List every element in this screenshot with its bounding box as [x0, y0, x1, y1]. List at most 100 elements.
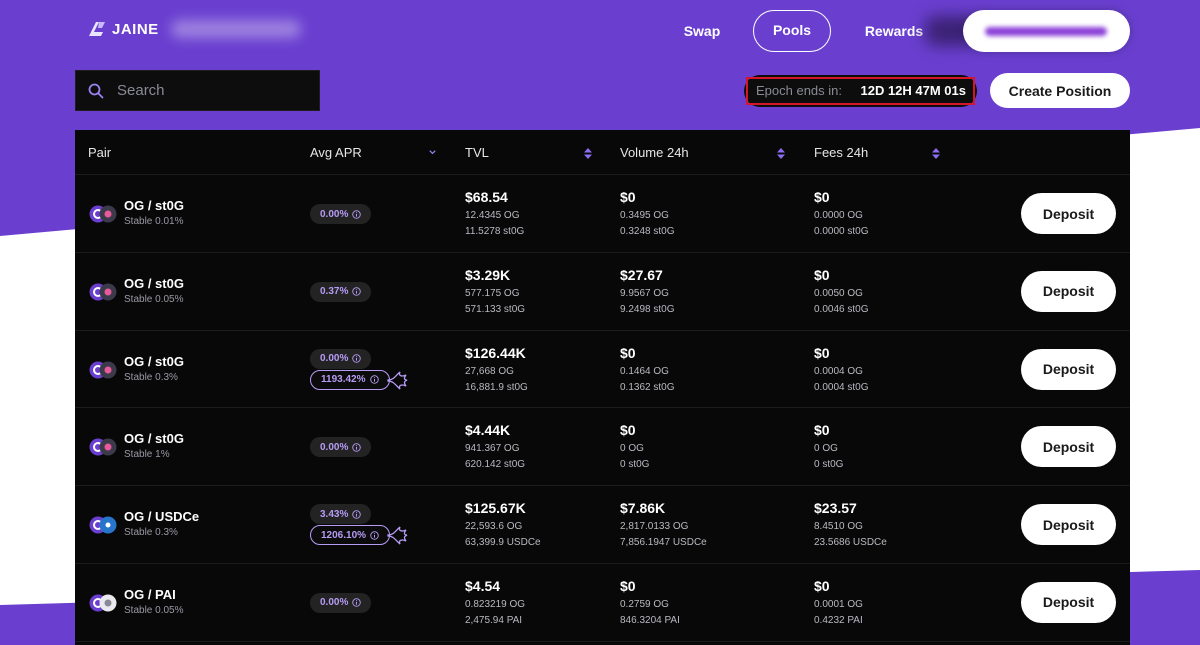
tvl-token-a: 12.4345 OG — [465, 210, 520, 221]
tvl-value: $4.54 — [465, 577, 501, 594]
table-row: OG / st0G Stable 0.3% 0.00% $126.44K 27,… — [75, 331, 1130, 409]
info-icon[interactable] — [352, 443, 362, 452]
deposit-button[interactable]: Deposit — [1021, 426, 1116, 468]
info-icon[interactable] — [369, 375, 379, 384]
tvl-token-a: 22,593.6 OG — [465, 521, 523, 533]
search-input[interactable] — [117, 82, 297, 99]
search-box[interactable] — [75, 70, 320, 111]
blurred-wallet-address — [985, 27, 1107, 36]
info-icon[interactable] — [370, 530, 379, 540]
tvl-token-a: 577.175 OG — [465, 287, 520, 299]
pair-name: OG / st0G — [124, 275, 184, 291]
avg-apr-badge[interactable]: 0.00% — [310, 437, 372, 458]
volume-token-a: 0.1464 OG — [620, 365, 669, 377]
tvl-value: $3.29K — [465, 266, 511, 283]
table-row: OG / USDCe Stable 0.3% 3.43% $125.67K 22… — [75, 486, 1130, 564]
volume-token-b: 7,856.1947 USDCe — [620, 537, 707, 549]
pool-fee-tier: Stable 1% — [124, 449, 170, 461]
token-pair-icon — [89, 438, 117, 456]
fees-value: $0 — [814, 422, 830, 439]
nav-rewards[interactable]: Rewards — [855, 10, 933, 52]
sort-icon[interactable] — [777, 148, 785, 159]
deposit-button[interactable]: Deposit — [1021, 581, 1116, 623]
fees-token-a: 0.0004 OG — [814, 365, 863, 377]
search-icon — [88, 83, 104, 98]
top-bar: JAINE Swap Pools Rewards — [0, 0, 1200, 64]
volume-token-b: 0.3248 st0G — [620, 226, 675, 237]
header-volume[interactable]: Volume 24h — [620, 130, 689, 175]
header-fees[interactable]: Fees 24h — [814, 130, 868, 175]
pair-name: OG / st0G — [124, 353, 184, 369]
avg-apr-badge[interactable]: 0.00% — [310, 592, 372, 613]
boosted-apr-badge[interactable]: 1193.42% — [310, 369, 390, 390]
volume-token-b: 0 st0G — [620, 459, 650, 471]
info-icon[interactable] — [352, 598, 362, 608]
main-nav: Swap Pools Rewards — [0, 10, 1200, 54]
avg-apr-badge[interactable]: 0.37% — [310, 281, 372, 302]
volume-token-a: 9.9567 OG — [620, 287, 669, 299]
pool-fee-tier: Stable 0.01% — [124, 216, 184, 227]
apr-value: 3.43% — [320, 508, 349, 520]
info-icon[interactable] — [352, 354, 362, 363]
deposit-button[interactable]: Deposit — [1021, 193, 1116, 234]
fees-token-b: 23.5686 USDCe — [814, 537, 887, 549]
table-row: OG / st0G Stable 0.05% 0.37% $3.29K 577.… — [75, 253, 1130, 331]
avg-apr-badge[interactable]: 0.00% — [310, 204, 372, 224]
info-icon[interactable] — [352, 509, 362, 519]
wallet-button[interactable] — [963, 10, 1130, 52]
fees-token-b: 0.0000 st0G — [814, 226, 869, 237]
pool-fee-tier: Stable 0.3% — [124, 527, 178, 539]
tvl-token-a: 941.367 OG — [465, 443, 520, 455]
nav-pools[interactable]: Pools — [753, 10, 831, 52]
info-icon[interactable] — [352, 209, 362, 219]
volume-value: $0 — [620, 577, 636, 594]
tvl-value: $68.54 — [465, 189, 508, 205]
deposit-button[interactable]: Deposit — [1021, 504, 1116, 546]
apr-value: 0.00% — [320, 441, 349, 453]
avg-apr-badge[interactable]: 0.00% — [310, 348, 372, 369]
volume-token-a: 0.2759 OG — [620, 598, 669, 610]
volume-value: $7.86K — [620, 500, 666, 517]
pair-name: OG / PAI — [124, 586, 176, 602]
tvl-value: $126.44K — [465, 344, 526, 361]
fees-value: $23.57 — [814, 500, 857, 517]
header-avg-apr[interactable]: Avg APR — [310, 130, 362, 175]
apr-value: 0.37% — [320, 286, 349, 298]
pair-name: OG / st0G — [124, 431, 184, 447]
tvl-token-b: 571.133 st0G — [465, 303, 526, 315]
tvl-value: $4.44K — [465, 422, 511, 439]
boosted-apr-value: 1193.42% — [321, 374, 366, 386]
epoch-countdown: Epoch ends in: 12D 12H 47M 01s — [744, 75, 977, 107]
volume-token-a: 0.3495 OG — [620, 210, 669, 221]
sort-icon[interactable] — [584, 148, 592, 159]
fees-token-a: 8.4510 OG — [814, 521, 863, 533]
token-pair-icon — [89, 283, 117, 301]
sort-icon[interactable] — [932, 148, 940, 159]
avg-apr-badge[interactable]: 3.43% — [310, 504, 372, 525]
deposit-button[interactable]: Deposit — [1021, 270, 1116, 312]
boosted-apr-value: 1206.10% — [321, 529, 367, 541]
boosted-apr-badge[interactable]: 1206.10% — [310, 525, 391, 546]
fees-token-a: 0 OG — [814, 443, 838, 455]
info-icon[interactable] — [352, 287, 362, 297]
token-pair-icon — [89, 594, 117, 612]
fees-value: $0 — [814, 266, 830, 283]
header-tvl[interactable]: TVL — [465, 130, 489, 175]
fees-token-b: 0.0004 st0G — [814, 381, 869, 393]
create-position-button[interactable]: Create Position — [990, 73, 1130, 108]
volume-token-a: 2,817.0133 OG — [620, 521, 689, 533]
header-pair[interactable]: Pair — [88, 130, 111, 175]
volume-value: $0 — [620, 422, 636, 439]
tvl-token-b: 620.142 st0G — [465, 459, 526, 471]
volume-value: $0 — [620, 344, 636, 361]
tvl-token-a: 27,668 OG — [465, 365, 514, 377]
fees-value: $0 — [814, 577, 830, 594]
volume-value: $0 — [620, 189, 636, 205]
nav-swap[interactable]: Swap — [672, 10, 732, 52]
apr-value: 0.00% — [320, 353, 349, 365]
chevron-down-icon[interactable] — [428, 148, 437, 157]
apr-value: 0.00% — [320, 208, 349, 220]
pool-fee-tier: Stable 0.05% — [124, 604, 184, 616]
volume-token-b: 9.2498 st0G — [620, 303, 675, 315]
deposit-button[interactable]: Deposit — [1021, 348, 1116, 390]
